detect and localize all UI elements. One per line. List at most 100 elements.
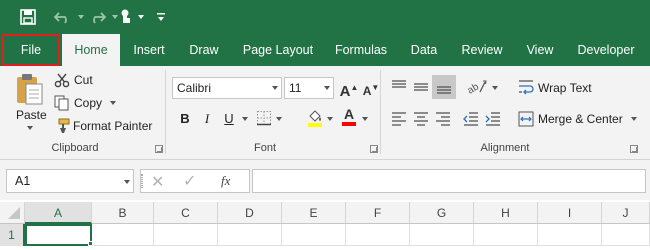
alignment-group-label: Alignment [480,142,530,154]
touch-mode-icon[interactable] [118,0,138,34]
insert-function-button[interactable]: fx [221,173,230,189]
tab-developer[interactable]: Developer [570,34,642,66]
font-color-letter: A [343,106,355,122]
orientation-dropdown-icon[interactable] [492,86,498,90]
undo-icon[interactable] [54,0,76,34]
redo-icon[interactable] [88,0,110,34]
clipboard-group-label: Clipboard [51,142,99,154]
enter-icon[interactable]: ✓ [183,171,196,191]
formula-input[interactable] [252,169,646,193]
cell[interactable] [474,224,538,246]
column-header[interactable]: J [602,202,650,224]
cell[interactable] [538,224,602,246]
merge-center-dropdown-icon[interactable] [631,117,637,121]
borders-icon[interactable] [256,110,272,129]
tab-view[interactable]: View [518,34,562,66]
column-header[interactable]: D [218,202,282,224]
wrap-text-icon[interactable] [518,78,534,99]
format-painter-icon[interactable] [54,118,70,137]
borders-dropdown-icon[interactable] [276,117,282,121]
format-painter-button[interactable]: Format Painter [73,119,152,133]
tab-insert[interactable]: Insert [122,34,176,66]
customize-qat-icon[interactable] [156,0,168,34]
fill-color-icon[interactable] [306,108,324,131]
column-header[interactable]: G [410,202,474,224]
font-color-swatch [342,122,356,126]
increase-font-size-button[interactable]: A▲ [338,77,360,100]
increase-indent-icon[interactable] [484,110,502,131]
cell[interactable] [346,224,410,246]
underline-button[interactable]: U [218,108,240,130]
font-size-dropdown-icon[interactable] [324,86,330,90]
font-color-button[interactable]: A [340,106,358,128]
decrease-indent-icon[interactable] [462,110,480,131]
tab-data[interactable]: Data [402,34,446,66]
ribbon-separator [165,70,166,154]
decrease-font-size-button[interactable]: A▼ [360,77,382,99]
increase-font-size-letter: A [339,83,351,100]
merge-center-icon[interactable] [518,110,534,131]
column-header[interactable]: B [92,202,154,224]
fill-color-dropdown-icon[interactable] [327,117,333,121]
top-align-icon[interactable] [390,78,408,99]
merge-center-button[interactable]: Merge & Center [538,112,623,126]
paste-icon[interactable] [14,72,46,109]
increase-arrow-icon: ▲ [350,83,359,92]
column-header[interactable]: E [282,202,346,224]
paste-button-label[interactable]: Paste [16,108,47,122]
column-header[interactable]: C [154,202,218,224]
align-right-icon[interactable] [434,110,452,131]
cell[interactable] [410,224,474,246]
column-header[interactable]: I [538,202,602,224]
tab-review[interactable]: Review [454,34,510,66]
font-name-dropdown-icon[interactable] [272,86,278,90]
tab-file[interactable]: File [2,34,60,66]
column-header[interactable]: A [25,202,92,224]
undo-dropdown-icon[interactable] [78,0,86,34]
tab-page-layout[interactable]: Page Layout [236,34,320,66]
middle-align-icon[interactable] [412,78,430,99]
cell[interactable] [154,224,218,246]
wrap-text-button[interactable]: Wrap Text [538,81,592,95]
tab-home[interactable]: Home [62,34,120,66]
font-name-select[interactable]: Calibri [172,77,282,99]
formula-buttons: ✕ ✓ fx [140,169,250,193]
align-left-icon[interactable] [390,110,408,131]
row-header[interactable]: 1 [0,224,25,246]
copy-dropdown-icon[interactable] [110,101,116,105]
cancel-icon[interactable]: ✕ [151,172,164,192]
touch-dropdown-icon[interactable] [138,0,148,34]
cell[interactable] [602,224,650,246]
cell[interactable] [282,224,346,246]
ribbon-separator [380,70,381,154]
column-header[interactable]: H [474,202,538,224]
font-launcher-icon[interactable] [370,145,378,153]
decrease-arrow-icon: ▼ [371,83,380,92]
copy-button[interactable]: Copy [74,96,102,110]
font-color-dropdown-icon[interactable] [362,117,368,121]
tab-formulas[interactable]: Formulas [326,34,396,66]
select-all-corner[interactable] [0,202,25,224]
column-header[interactable]: F [346,202,410,224]
orientation-icon[interactable]: ab [466,78,488,99]
copy-icon[interactable] [54,95,70,114]
tab-draw[interactable]: Draw [180,34,228,66]
cut-icon[interactable] [54,72,70,91]
bold-button[interactable]: B [174,108,196,130]
name-box-dropdown-icon[interactable] [124,180,130,184]
paste-dropdown-icon[interactable] [27,126,33,130]
bottom-align-icon[interactable] [432,75,456,99]
svg-text:ab: ab [466,81,481,96]
clipboard-launcher-icon[interactable] [155,145,163,153]
align-center-icon[interactable] [412,110,430,131]
cell[interactable] [218,224,282,246]
cell-a1[interactable] [25,224,92,246]
formula-bar-grip [141,174,143,188]
cut-button[interactable]: Cut [74,73,93,87]
cell[interactable] [92,224,154,246]
save-icon[interactable] [20,0,40,34]
name-box[interactable]: A1 [6,169,134,193]
underline-dropdown-icon[interactable] [242,117,248,121]
italic-button[interactable]: I [196,108,218,130]
alignment-launcher-icon[interactable] [630,145,638,153]
